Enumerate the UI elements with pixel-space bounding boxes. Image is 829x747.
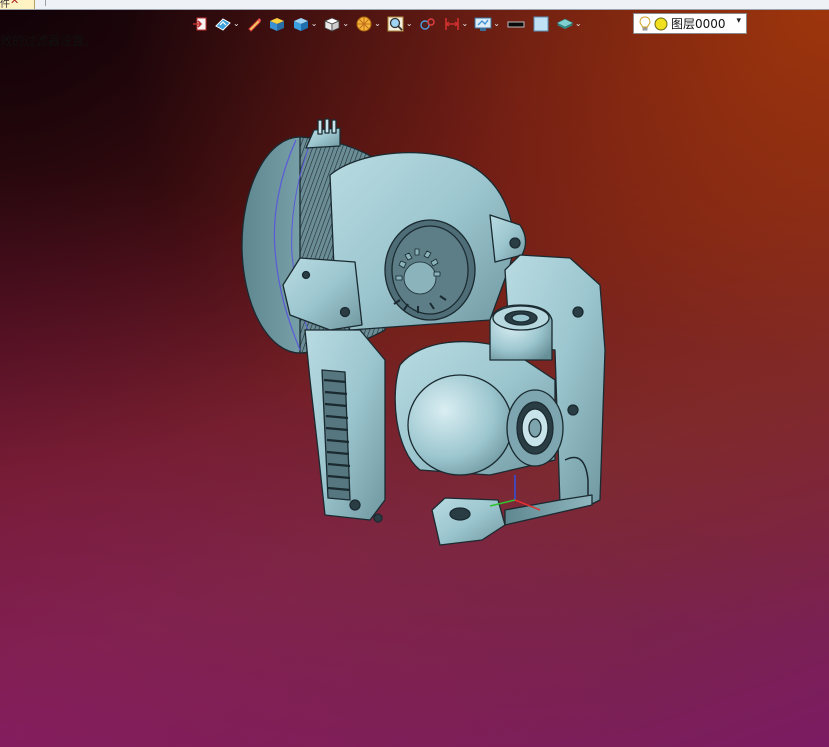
wireframe-button[interactable]: ⌄: [321, 13, 351, 35]
solid-button[interactable]: ⌄: [290, 13, 320, 35]
layer-name: 图层0000: [671, 17, 726, 31]
lightbulb-icon[interactable]: [638, 15, 652, 32]
exit-icon: [193, 17, 207, 31]
view-orient-icon: [215, 18, 231, 31]
shaded-box-icon: [269, 18, 284, 31]
black-color-button[interactable]: [504, 13, 528, 35]
chevron-down-icon[interactable]: ▾: [736, 16, 741, 26]
zoom-button[interactable]: ⌄: [385, 13, 415, 35]
idler-cylinder: [407, 374, 513, 476]
exit-button[interactable]: [190, 13, 210, 35]
wireframe-box-icon: [324, 17, 341, 32]
view-orient-button[interactable]: ⌄: [212, 13, 242, 35]
layer-stack-icon: [556, 18, 574, 29]
sketch-button[interactable]: [244, 13, 264, 35]
pencil-icon: [247, 18, 261, 32]
color-swatch-button[interactable]: [530, 13, 552, 35]
layer-stack-button[interactable]: ⌄: [554, 13, 584, 35]
shaded-button[interactable]: [266, 13, 288, 35]
measure-icon: [444, 18, 459, 30]
extruder-model[interactable]: [241, 118, 606, 546]
solid-box-icon: [293, 18, 308, 31]
zoom-icon: [387, 16, 404, 32]
layer-color-icon[interactable]: [654, 17, 668, 31]
display-button[interactable]: ⌄: [472, 13, 502, 35]
display-icon: [474, 17, 492, 31]
render-style-icon: [356, 16, 372, 32]
render-style-button[interactable]: ⌄: [353, 13, 383, 35]
measure-button[interactable]: ⌄: [441, 13, 471, 35]
snap-button[interactable]: [417, 13, 439, 35]
model-viewport[interactable]: [0, 0, 829, 747]
black-color-icon: [507, 21, 525, 28]
snap-icon: [419, 18, 435, 30]
layer-dropdown[interactable]: 图层0000 ▾: [633, 13, 747, 34]
color-swatch-icon: [533, 16, 549, 32]
view-toolbar: ⌄ ⌄ ⌄ ⌄ ⌄ ⌄ ⌄ ⌄: [190, 12, 584, 36]
